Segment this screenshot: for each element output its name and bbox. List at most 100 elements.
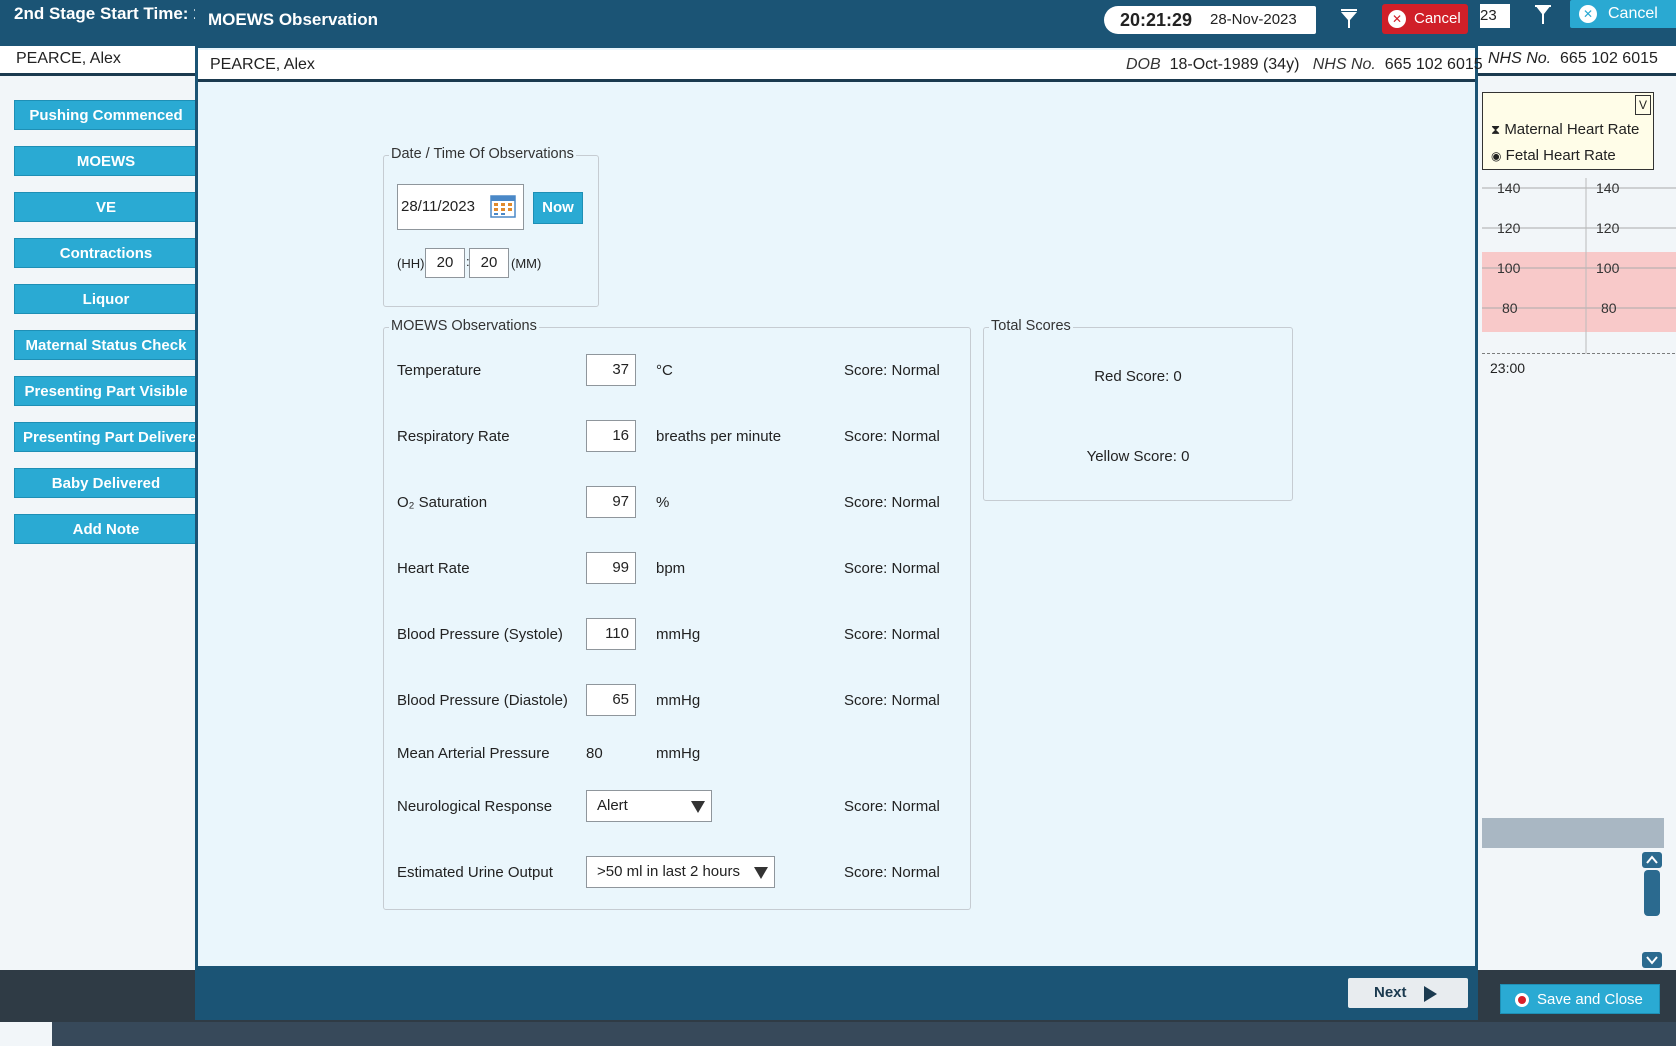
calendar-icon[interactable] — [490, 194, 516, 218]
clock-time: 20:21:29 — [1120, 10, 1193, 30]
button-label: Maternal Status Check — [25, 337, 187, 354]
button-label: Baby Delivered — [51, 475, 161, 492]
heart-rate-label: Heart Rate — [397, 560, 470, 577]
save-and-close-button[interactable]: Save and Close — [1500, 984, 1660, 1014]
background-filter-icon[interactable] — [1534, 4, 1552, 31]
button-label: Pushing Commenced — [29, 107, 183, 124]
temperature-value: 37 — [612, 361, 629, 378]
bp-diastole-score: Score: Normal — [844, 692, 940, 709]
baby-delivered-button[interactable]: Baby Delivered — [14, 468, 198, 498]
urine-select[interactable]: >50 ml in last 2 hours — [586, 856, 775, 888]
totals-legend: Total Scores — [989, 318, 1073, 334]
clock-date: 28-Nov-2023 — [1210, 11, 1297, 28]
patient-name: PEARCE, Alex — [210, 56, 315, 73]
respiratory-rate-score: Score: Normal — [844, 428, 940, 445]
button-label: Liquor — [82, 291, 130, 308]
bp-diastole-unit: mmHg — [656, 692, 701, 709]
totals-group — [983, 327, 1293, 501]
circle-icon: ◉ — [1491, 149, 1502, 163]
presenting-part-visible-button[interactable]: Presenting Part Visible — [14, 376, 198, 406]
heart-rate-value: 99 — [612, 559, 629, 576]
modal-footer — [198, 966, 1475, 1018]
now-button[interactable]: Now — [533, 192, 583, 224]
hourglass-icon: ⧗ — [1491, 122, 1501, 137]
dropdown-arrow-icon — [691, 801, 705, 813]
chart-tick: 140 — [1497, 180, 1521, 196]
cancel-button[interactable]: ✕ Cancel — [1382, 4, 1468, 34]
legend-item-maternal: ⧗ Maternal Heart Rate — [1491, 121, 1639, 138]
nhs-label: NHS No. — [1312, 56, 1376, 73]
moews-button[interactable]: MOEWS — [14, 146, 198, 176]
respiratory-rate-input[interactable]: 16 — [586, 420, 636, 452]
nhs-value: 665 102 6015 — [1384, 56, 1483, 73]
cancel-label: Cancel — [1414, 10, 1461, 27]
heart-rate-input[interactable]: 99 — [586, 552, 636, 584]
pushing-commenced-button[interactable]: Pushing Commenced — [14, 100, 198, 130]
filter-icon[interactable] — [1340, 8, 1358, 30]
bp-systole-input[interactable]: 110 — [586, 618, 636, 650]
legend-toggle[interactable]: V — [1635, 95, 1651, 115]
background-date-fragment: 23 — [1480, 4, 1510, 28]
chart-tick: 100 — [1497, 260, 1521, 276]
datetime-group — [383, 155, 599, 307]
button-label: Presenting Part Delivered — [23, 429, 198, 446]
bp-systole-value: 110 — [605, 625, 629, 642]
button-label: Presenting Part Visible — [24, 383, 188, 400]
next-label: Next — [1374, 984, 1407, 1001]
close-icon: ✕ — [1388, 10, 1406, 28]
background-bottom-strip — [52, 1022, 1676, 1046]
hh-label: (HH) — [397, 256, 425, 271]
save-and-close-label: Save and Close — [1537, 991, 1643, 1008]
yellow-score: Yellow Score: 0 — [1086, 448, 1190, 465]
observations-group — [383, 327, 971, 910]
add-note-button[interactable]: Add Note — [14, 514, 198, 544]
button-label: Add Note — [72, 521, 140, 538]
next-button[interactable]: Next — [1348, 978, 1468, 1008]
observations-legend: MOEWS Observations — [389, 318, 539, 334]
o2-saturation-unit: % — [656, 494, 670, 511]
contractions-button[interactable]: Contractions — [14, 238, 198, 268]
temperature-unit: °C — [656, 362, 673, 379]
liquor-button[interactable]: Liquor — [14, 284, 198, 314]
bp-diastole-input[interactable]: 65 — [586, 684, 636, 716]
dob-value: 18-Oct-1989 (34y) — [1169, 56, 1300, 73]
minute-input[interactable]: 20 — [469, 248, 509, 278]
hour-input[interactable]: 20 — [425, 248, 465, 278]
map-unit: mmHg — [656, 745, 701, 762]
bp-systole-score: Score: Normal — [844, 626, 940, 643]
temperature-input[interactable]: 37 — [586, 354, 636, 386]
patient-demographics: DOB 18-Oct-1989 (34y) NHS No. 665 102 60… — [1126, 56, 1483, 74]
background-cancel-button[interactable]: ✕ Cancel — [1570, 0, 1676, 28]
respiratory-rate-label: Respiratory Rate — [397, 428, 510, 445]
temperature-label: Temperature — [397, 362, 482, 379]
dob-label: DOB — [1126, 56, 1161, 73]
background-scrollbar[interactable] — [1642, 852, 1662, 968]
button-label: MOEWS — [76, 153, 136, 170]
background-nhs-number: 665 102 6015 — [1560, 50, 1658, 67]
temperature-score: Score: Normal — [844, 362, 940, 379]
neuro-select[interactable]: Alert — [586, 790, 712, 822]
background-gray-bar — [1482, 818, 1664, 848]
presenting-part-delivered-button[interactable]: Presenting Part Delivered — [14, 422, 198, 452]
o2-saturation-value: 97 — [612, 493, 629, 510]
neuro-value: Alert — [597, 797, 628, 814]
neuro-score: Score: Normal — [844, 798, 940, 815]
urine-value: >50 ml in last 2 hours — [597, 863, 740, 880]
datetime-legend: Date / Time Of Observations — [389, 146, 576, 162]
mm-label: (MM) — [511, 256, 542, 271]
chart-tick: 120 — [1497, 220, 1521, 236]
urine-score: Score: Normal — [844, 864, 940, 881]
maternal-status-check-button[interactable]: Maternal Status Check — [14, 330, 198, 360]
o2-saturation-label: O₂ Saturation — [397, 494, 488, 511]
chart-tick: 120 — [1596, 220, 1620, 236]
background-patient-name: PEARCE, Alex — [16, 50, 121, 67]
bp-diastole-value: 65 — [612, 691, 629, 708]
respiratory-rate-value: 16 — [612, 427, 629, 444]
o2-saturation-input[interactable]: 97 — [586, 486, 636, 518]
button-label: Contractions — [59, 245, 153, 262]
chart-legend: V ⧗ Maternal Heart Rate ◉ Fetal Heart Ra… — [1482, 92, 1654, 170]
button-label: VE — [95, 199, 116, 216]
dropdown-arrow-icon — [754, 867, 768, 879]
legend-label: Maternal Heart Rate — [1504, 121, 1640, 138]
ve-button[interactable]: VE — [14, 192, 198, 222]
